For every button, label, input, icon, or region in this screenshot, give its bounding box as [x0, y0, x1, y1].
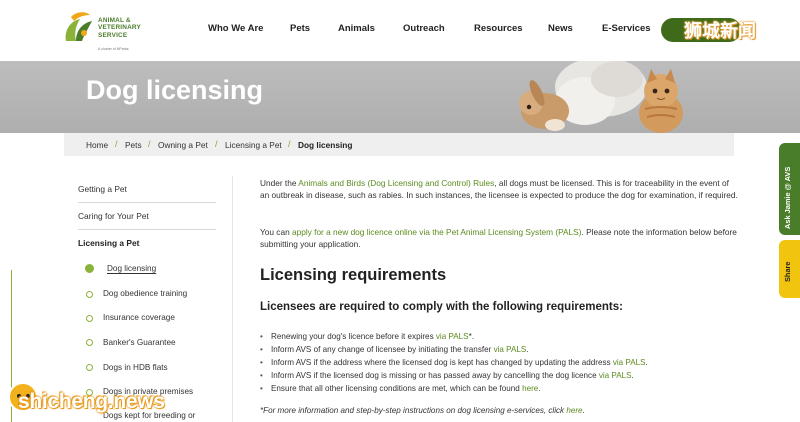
avs-logo-icon: [65, 12, 92, 41]
watermark-chinese-text: 狮城新闻: [684, 21, 756, 42]
list-item: Inform AVS if the address where the lice…: [260, 358, 648, 367]
logo-line-1: ANIMAL &: [98, 17, 131, 24]
via-pals-link[interactable]: via PALS: [599, 371, 632, 380]
subnav-item-insurance-coverage[interactable]: Insurance coverage: [103, 313, 175, 322]
subnav-dot: [86, 291, 93, 298]
subnav-item-dog-licensing[interactable]: Dog licensing: [107, 264, 156, 273]
watermark-bottom: shicheng.news: [6, 378, 206, 418]
intro-paragraph: Under the Animals and Birds (Dog Licensi…: [260, 178, 738, 201]
via-pals-link[interactable]: via PALS: [494, 345, 527, 354]
breadcrumb-owning-a-pet[interactable]: Owning a Pet: [158, 140, 208, 150]
breadcrumb-current: Dog licensing: [298, 140, 353, 150]
breadcrumb: Home / Pets / Owning a Pet / Licensing a…: [64, 133, 734, 156]
logo-line-2: VETERINARY: [98, 24, 141, 32]
nav-animals[interactable]: Animals: [338, 23, 375, 34]
breadcrumb-separator: /: [288, 139, 291, 149]
sidebar-item-caring-for-your-pet[interactable]: Caring for Your Pet: [78, 211, 216, 221]
breadcrumb-home[interactable]: Home: [86, 140, 108, 150]
subnav-dot: [86, 315, 93, 322]
e-services-instructions-link[interactable]: here: [566, 406, 582, 415]
nav-pets[interactable]: Pets: [290, 23, 310, 34]
list-item: Renewing your dog's licence before it ex…: [260, 332, 474, 341]
hero-banner: Dog licensing: [0, 61, 800, 133]
dog-licensing-rules-link[interactable]: Animals and Birds (Dog Licensing and Con…: [298, 178, 494, 188]
nav-e-services[interactable]: E-Services: [602, 23, 651, 34]
subnav-item-bankers-guarantee[interactable]: Banker's Guarantee: [103, 338, 176, 347]
logo-tagline: A cluster of NParks: [98, 47, 129, 51]
footnote: *For more information and step-by-step i…: [260, 406, 585, 415]
ask-jamie-tab[interactable]: Ask Jamie @ AVS: [779, 143, 800, 235]
licensing-conditions-link[interactable]: here: [522, 384, 538, 393]
section-heading: Licensing requirements: [260, 266, 447, 284]
section-subheading: Licensees are required to comply with th…: [260, 301, 623, 313]
breadcrumb-separator: /: [115, 139, 118, 149]
share-label: Share: [783, 261, 792, 282]
breadcrumb-separator: /: [215, 139, 218, 149]
share-tab[interactable]: Share: [779, 240, 800, 298]
page-title: Dog licensing: [86, 75, 264, 105]
sidebar-item-getting-a-pet[interactable]: Getting a Pet: [78, 184, 216, 194]
watermark-site-text: shicheng.news: [18, 390, 165, 413]
subnav-dot-active: [85, 264, 94, 273]
subnav-item-dogs-in-hdb-flats[interactable]: Dogs in HDB flats: [103, 363, 168, 372]
logo-line-3: SERVICE: [98, 31, 128, 39]
subnav-item-dog-obedience-training[interactable]: Dog obedience training: [103, 289, 187, 298]
breadcrumb-licensing-a-pet[interactable]: Licensing a Pet: [225, 140, 282, 150]
logo-wordmark: ANIMAL & VETERINARY SERVICE: [98, 17, 141, 39]
subnav-dot: [86, 364, 93, 371]
nav-news[interactable]: News: [548, 23, 573, 34]
ask-jamie-label: Ask Jamie @ AVS: [783, 166, 792, 229]
nav-outreach[interactable]: Outreach: [403, 23, 445, 34]
sidebar-divider: [78, 229, 216, 230]
apply-pals-link[interactable]: apply for a new dog licence online via t…: [292, 227, 581, 237]
via-pals-link[interactable]: via PALS: [436, 332, 469, 341]
nav-who-we-are[interactable]: Who We Are: [208, 23, 263, 34]
breadcrumb-separator: /: [148, 139, 151, 149]
via-pals-link[interactable]: via PALS: [613, 358, 646, 367]
list-item: Inform AVS if the licensed dog is missin…: [260, 371, 634, 380]
subnav-dot: [86, 339, 93, 346]
list-item: Ensure that all other licensing conditio…: [260, 384, 541, 393]
apply-paragraph: You can apply for a new dog licence onli…: [260, 227, 737, 250]
nav-resources[interactable]: Resources: [474, 23, 523, 34]
pets-banner-illustration: [519, 61, 683, 133]
list-item: Inform AVS of any change of licensee by …: [260, 345, 529, 354]
breadcrumb-pets[interactable]: Pets: [125, 140, 142, 150]
content-divider: [232, 176, 233, 422]
avs-logo[interactable]: ANIMAL & VETERINARY SERVICE A cluster of…: [62, 9, 152, 53]
sidebar-divider: [78, 202, 216, 203]
site-header: ANIMAL & VETERINARY SERVICE A cluster of…: [0, 0, 800, 61]
sidebar-item-licensing-a-pet[interactable]: Licensing a Pet: [78, 238, 216, 248]
